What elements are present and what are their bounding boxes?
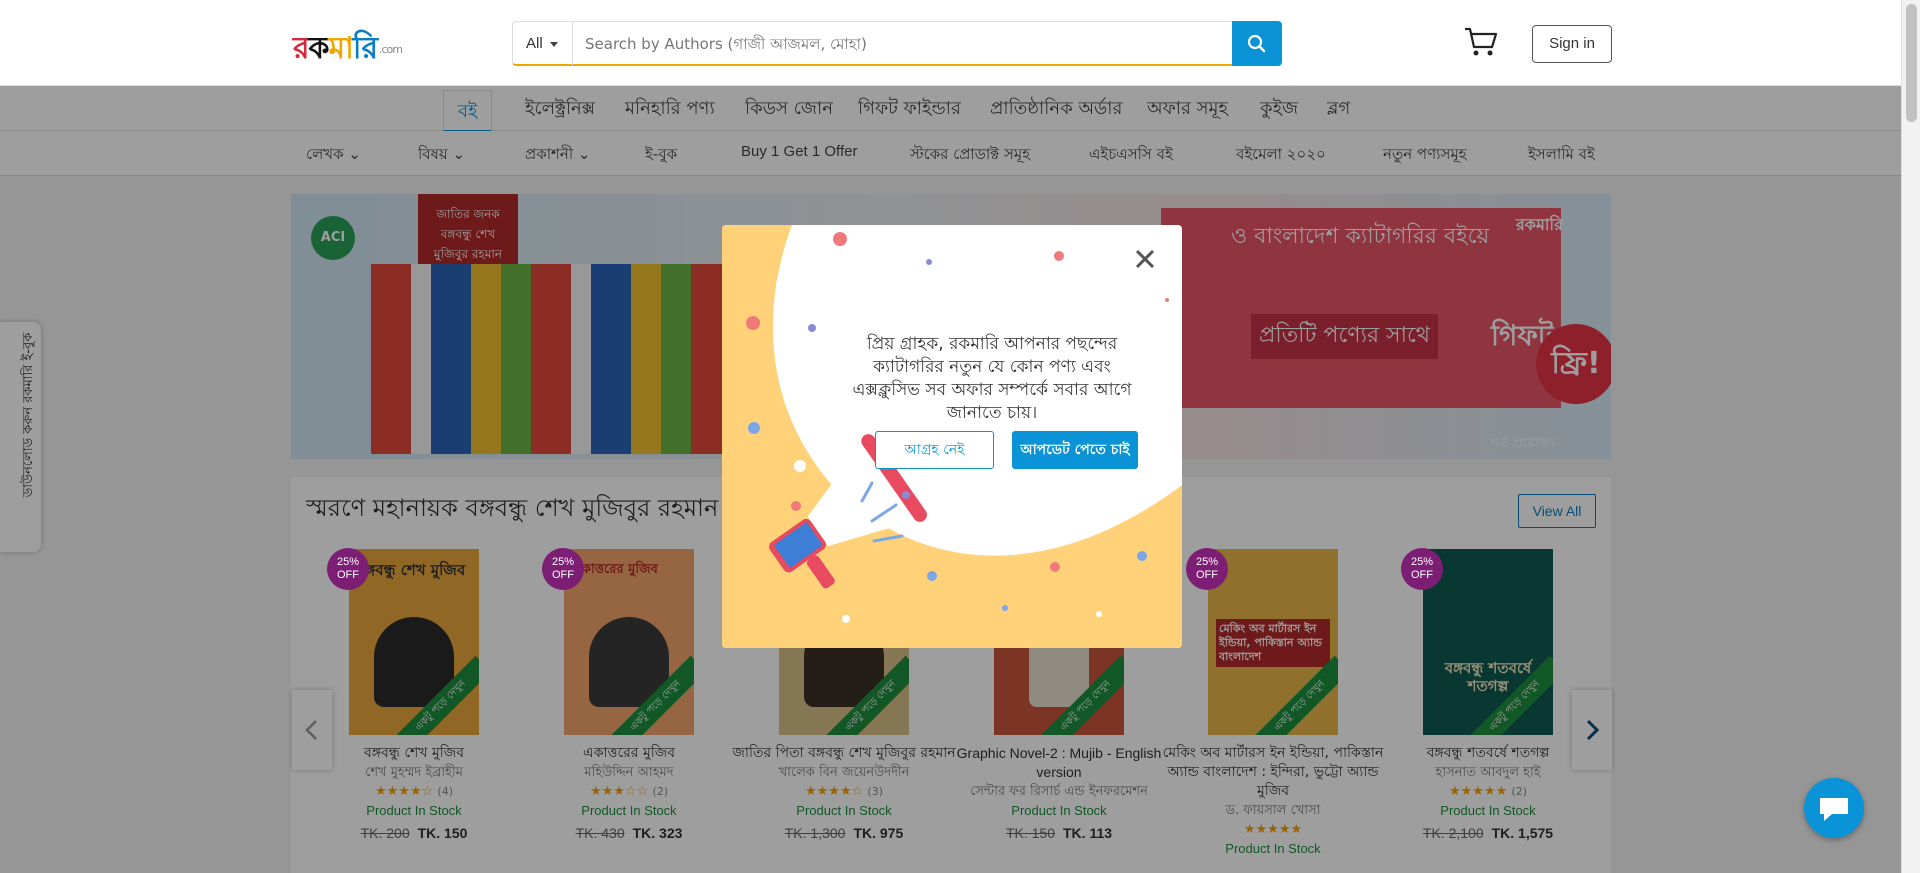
close-icon: [1135, 249, 1155, 269]
search-icon: [1247, 34, 1266, 53]
logo-suffix: .com: [378, 43, 403, 56]
search-category-label: All: [526, 35, 543, 52]
notification-modal: প্রিয় গ্রাহক, রকমারি আপনার পছন্দের ক্যা…: [722, 225, 1182, 648]
caret-down-icon: [549, 41, 558, 47]
discount-badge: 25% OFF: [1401, 548, 1443, 590]
accept-updates-button[interactable]: আপডেট পেতে চাই: [1012, 431, 1138, 469]
logo-letter: মা: [328, 31, 354, 66]
logo-letter: ক: [308, 31, 330, 66]
logo-letter: র: [293, 31, 309, 66]
search-input[interactable]: [575, 22, 1225, 65]
cart-button[interactable]: [1463, 26, 1499, 58]
sign-in-button[interactable]: Sign in: [1532, 25, 1612, 63]
discount-badge: 25% OFF: [327, 548, 369, 590]
site-logo[interactable]: র ক মা রি .com: [293, 24, 403, 75]
discount-badge: 25% OFF: [1186, 548, 1228, 590]
cart-icon: [1465, 27, 1498, 56]
search-button[interactable]: [1232, 21, 1282, 66]
page-scrollbar[interactable]: [1901, 0, 1920, 873]
site-header: র ক মা রি .com All Sign in: [0, 0, 1901, 86]
search-bar: All: [512, 21, 1282, 66]
chat-button[interactable]: [1804, 778, 1864, 838]
modal-message: প্রিয় গ্রাহক, রকমারি আপনার পছন্দের ক্যা…: [852, 334, 1132, 423]
discount-badge: 25% OFF: [542, 548, 584, 590]
chat-icon: [1820, 798, 1848, 821]
logo-letter: রি: [352, 31, 378, 66]
close-modal-button[interactable]: [1131, 245, 1159, 273]
search-category-select[interactable]: All: [513, 22, 573, 65]
scrollbar-thumb[interactable]: [1906, 4, 1917, 122]
decline-button[interactable]: আগ্রহ নেই: [875, 431, 994, 469]
